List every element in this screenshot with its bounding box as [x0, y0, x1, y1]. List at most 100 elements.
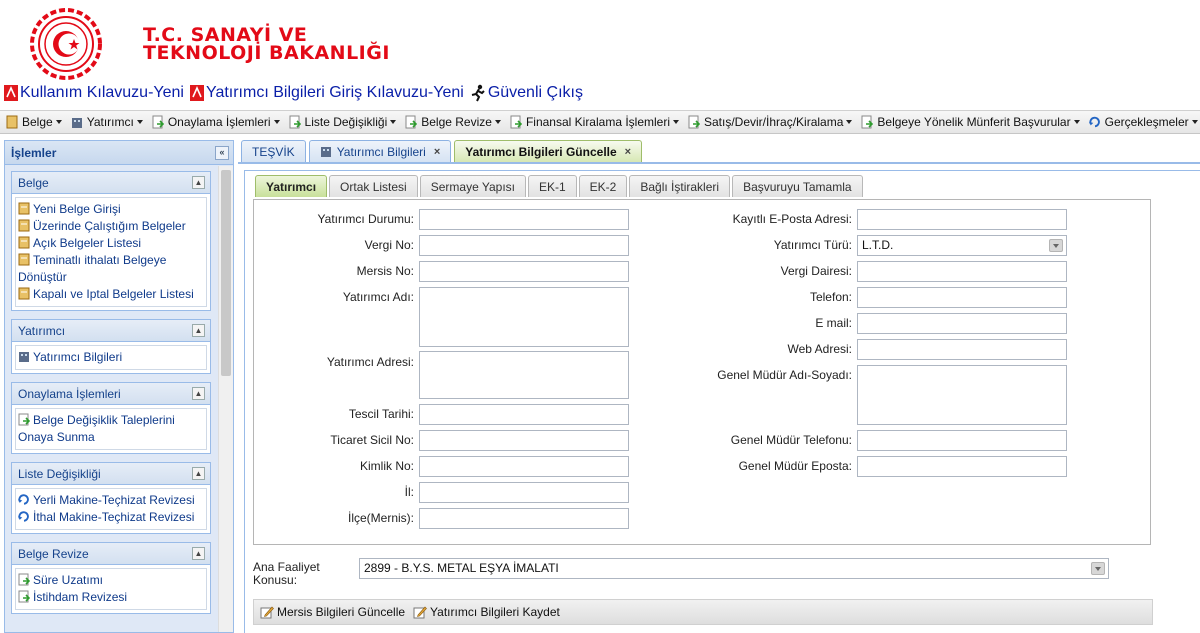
- panel-header[interactable]: Liste Değişikliği ▲: [12, 463, 210, 485]
- panel-title: Belge: [18, 175, 49, 190]
- user-guide-link[interactable]: Kullanım Kılavuzu-Yeni: [4, 84, 184, 102]
- nav-link[interactable]: Süre Uzatımı: [18, 572, 204, 589]
- menu-yatirimci[interactable]: Yatırımcı: [71, 115, 143, 129]
- menu-satis-devir[interactable]: Satış/Devir/İhraç/Kiralama: [688, 115, 853, 129]
- collapse-sidebar-button[interactable]: «: [215, 146, 229, 160]
- subtab-sermaye-yapisi[interactable]: Sermaye Yapısı: [419, 175, 526, 197]
- collapse-panel-icon[interactable]: ▲: [192, 387, 205, 400]
- nav-link-label: Yeni Belge Girişi: [33, 202, 121, 216]
- kep-field[interactable]: [857, 209, 1067, 230]
- subtab-ek-1[interactable]: EK-1: [527, 175, 577, 197]
- brand-name-line2: TEKNOLOJİ BAKANLIĞI: [143, 42, 390, 64]
- menu-liste-degisikligi[interactable]: Liste Değişikliği: [289, 115, 397, 129]
- menu-belge-revize[interactable]: Belge Revize: [405, 115, 501, 129]
- sidebar-header: İşlemler «: [5, 141, 233, 165]
- chevron-down-icon[interactable]: [1049, 239, 1063, 252]
- investor-name-field[interactable]: [419, 287, 629, 347]
- phone-field[interactable]: [857, 287, 1067, 308]
- nav-link-label: Üzerinde Çalıştığım Belgeler: [33, 219, 186, 233]
- tab-tesvik[interactable]: TEŞVİK: [241, 140, 306, 162]
- tab-yatirimci-bilgileri[interactable]: Yatırımcı Bilgileri ×: [308, 140, 452, 162]
- doc-arrow-icon: [18, 413, 30, 426]
- tab-yatirimci-bilgileri-guncelle[interactable]: Yatırımcı Bilgileri Güncelle ×: [454, 140, 643, 162]
- id-no-field[interactable]: [419, 456, 629, 477]
- doc-arrow-icon: [510, 115, 522, 129]
- panel-header[interactable]: Belge ▲: [12, 172, 210, 194]
- chevron-down-icon[interactable]: [1091, 562, 1105, 575]
- logout-link[interactable]: Güvenli Çıkış: [470, 84, 583, 102]
- nav-link[interactable]: Teminatlı ithalatı Belgeye Dönüştür: [18, 252, 204, 286]
- sidebar: İşlemler « Belge ▲ Yeni Belge Girişi Üzer…: [4, 140, 234, 633]
- mersis-field[interactable]: [419, 261, 629, 282]
- panel-belge: Belge ▲ Yeni Belge Girişi Üzerinde Çalışt…: [11, 171, 211, 311]
- main-activity-select[interactable]: 2899 - B.Y.S. METAL EŞYA İMALATI: [359, 558, 1109, 579]
- subtab-yatirimci[interactable]: Yatırımcı: [255, 175, 328, 197]
- email-label: E mail:: [815, 316, 852, 330]
- menu-munferit-basvurular[interactable]: Belgeye Yönelik Münferit Başvurular: [861, 115, 1080, 129]
- sidebar-scrollbar[interactable]: [218, 166, 233, 632]
- button-label: Yatırımcı Bilgileri Kaydet: [430, 605, 560, 619]
- panel-belge-revize: Belge Revize ▲ Süre Uzatımı İstihdam Revi…: [11, 542, 211, 614]
- subtab-ek-2[interactable]: EK-2: [578, 175, 628, 197]
- nav-link[interactable]: Açık Belgeler Listesi: [18, 235, 204, 252]
- document-icon: [18, 287, 30, 300]
- menu-onaylama[interactable]: Onaylama İşlemleri: [152, 115, 280, 129]
- nav-link[interactable]: Yerli Makine-Teçhizat Revizesi: [18, 492, 204, 509]
- menu-label: Satış/Devir/İhraç/Kiralama: [704, 115, 844, 129]
- gm-phone-field[interactable]: [857, 430, 1067, 451]
- web-field[interactable]: [857, 339, 1067, 360]
- tax-no-field[interactable]: [419, 235, 629, 256]
- collapse-panel-icon[interactable]: ▲: [192, 176, 205, 189]
- menu-belge[interactable]: Belge: [6, 115, 62, 129]
- panel-header[interactable]: Belge Revize ▲: [12, 543, 210, 565]
- gm-name-field[interactable]: [857, 365, 1067, 425]
- menu-gerceklesmeler[interactable]: Gerçekleşmeler: [1088, 115, 1198, 129]
- scrollbar-thumb[interactable]: [221, 170, 231, 376]
- panel-header[interactable]: Onaylama İşlemleri ▲: [12, 383, 210, 405]
- nav-link[interactable]: Kapalı ve Iptal Belgeler Listesi: [18, 286, 204, 303]
- email-field[interactable]: [857, 313, 1067, 334]
- doc-arrow-icon: [18, 590, 30, 603]
- city-field[interactable]: [419, 482, 629, 503]
- trade-registry-field[interactable]: [419, 430, 629, 451]
- collapse-panel-icon[interactable]: ▲: [192, 547, 205, 560]
- panel-title: Liste Değişikliği: [18, 466, 101, 481]
- subtab-ortak-listesi[interactable]: Ortak Listesi: [329, 175, 418, 197]
- panel-header[interactable]: Yatırımcı ▲: [12, 320, 210, 342]
- nav-link[interactable]: Üzerinde Çalıştığım Belgeler: [18, 218, 204, 235]
- close-icon[interactable]: ×: [434, 146, 440, 158]
- subtab-basvuruyu-tamamla[interactable]: Başvuruyu Tamamla: [732, 175, 863, 197]
- nav-link[interactable]: İthal Makine-Teçhizat Revizesi: [18, 509, 204, 526]
- building-icon: [19, 352, 29, 362]
- gm-email-field[interactable]: [857, 456, 1067, 477]
- investor-address-field[interactable]: [419, 351, 629, 399]
- nav-link[interactable]: İstihdam Revizesi: [18, 589, 204, 606]
- collapse-panel-icon[interactable]: ▲: [192, 467, 205, 480]
- menu-label: Yatırımcı: [86, 115, 134, 129]
- menu-finansal-kiralama[interactable]: Finansal Kiralama İşlemleri: [510, 115, 679, 129]
- registration-date-field[interactable]: [419, 404, 629, 425]
- nav-link[interactable]: Yeni Belge Girişi: [18, 201, 204, 218]
- status-field[interactable]: [419, 209, 629, 230]
- subtab-bagli-istirakleri[interactable]: Bağlı İştirakleri: [629, 175, 731, 197]
- status-label: Yatırımcı Durumu:: [317, 212, 414, 226]
- main-menu-bar: Belge Yatırımcı Onaylama İşlemleri Liste…: [0, 110, 1200, 134]
- menu-label: Onaylama İşlemleri: [167, 115, 271, 129]
- menu-label: Belgeye Yönelik Münferit Başvurular: [877, 115, 1071, 129]
- investor-guide-link[interactable]: Yatırımcı Bilgileri Giriş Kılavuzu-Yeni: [189, 84, 464, 102]
- nav-link[interactable]: Belge Değişiklik Taleplerini Onaya Sunma: [18, 412, 204, 446]
- nav-link-label: Yerli Makine-Teçhizat Revizesi: [33, 493, 195, 507]
- district-field[interactable]: [419, 508, 629, 529]
- mersis-update-button[interactable]: Mersis Bilgileri Güncelle: [260, 605, 405, 619]
- pdf-icon: [4, 85, 18, 101]
- investor-type-select[interactable]: L.T.D.: [857, 235, 1067, 256]
- collapse-panel-icon[interactable]: ▲: [192, 324, 205, 337]
- doc-arrow-icon: [18, 573, 30, 586]
- tab-label: Yatırımcı Bilgileri: [336, 144, 426, 159]
- nav-link[interactable]: Yatırımcı Bilgileri: [18, 349, 204, 366]
- close-icon[interactable]: ×: [625, 146, 631, 158]
- chevron-down-icon: [390, 120, 397, 124]
- panel-body: Belge Değişiklik Taleplerini Onaya Sunma: [15, 408, 207, 450]
- save-investor-button[interactable]: Yatırımcı Bilgileri Kaydet: [413, 605, 560, 619]
- tax-office-field[interactable]: [857, 261, 1067, 282]
